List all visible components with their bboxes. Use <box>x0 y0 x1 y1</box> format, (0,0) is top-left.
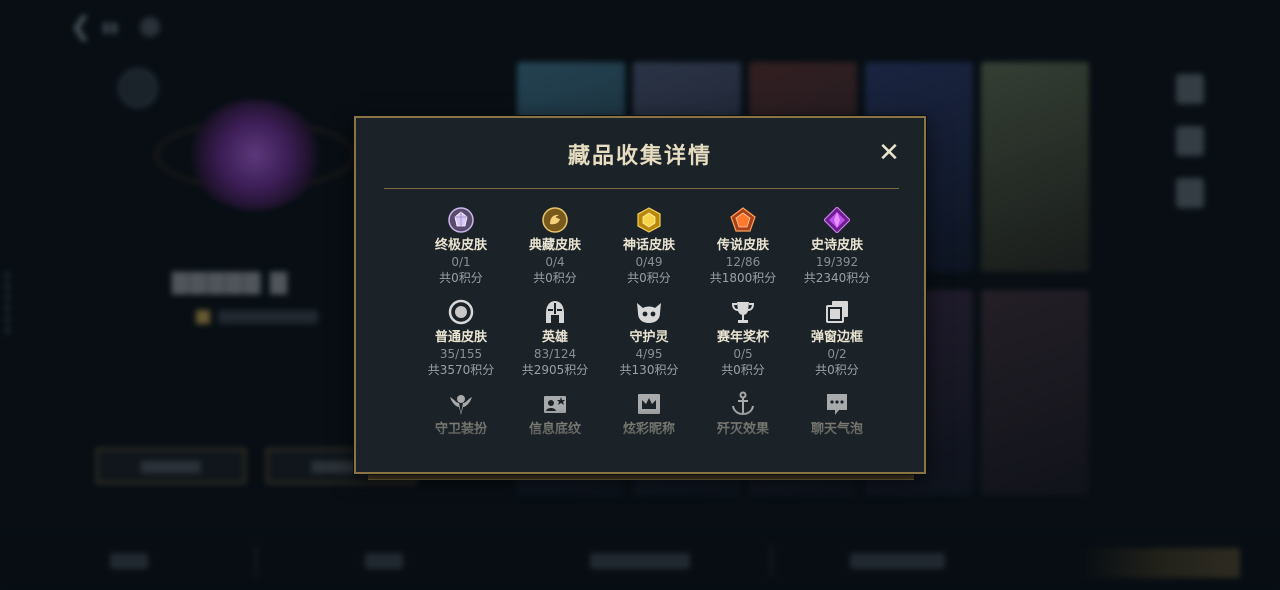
item-count: 0/5 <box>733 347 753 361</box>
item-points: 共0积分 <box>815 363 859 377</box>
collection-item-prestige-skin[interactable]: 典藏皮肤 0/4 共0积分 <box>508 206 602 298</box>
item-points: 共2340积分 <box>803 271 871 285</box>
item-label: 炫彩昵称 <box>622 422 675 437</box>
collection-item-champion[interactable]: 英雄 83/124 共2905积分 <box>508 298 602 390</box>
item-points: 共1800积分 <box>709 271 777 285</box>
collection-details-modal: 藏品收集详情 ✕ 终极皮肤 0/1 共0积分 典藏皮肤 0/4 共0积分 神话皮… <box>354 116 926 474</box>
close-icon[interactable]: ✕ <box>876 140 902 166</box>
item-label: 史诗皮肤 <box>810 238 863 253</box>
item-points: 共0积分 <box>533 271 577 285</box>
modal-bottom-edge <box>368 474 914 480</box>
item-label: 普通皮肤 <box>434 330 487 345</box>
collection-item-anchor-effect[interactable]: 歼灭效果 <box>696 390 790 442</box>
item-label: 弹窗边框 <box>810 330 863 345</box>
item-count: 0/2 <box>827 347 847 361</box>
legendary-skin-icon <box>729 206 757 234</box>
item-label: 守护灵 <box>629 330 669 345</box>
item-label: 信息底纹 <box>528 422 581 437</box>
collection-item-info-card[interactable]: 信息底纹 <box>508 390 602 442</box>
collection-item-guardian[interactable]: 守护灵 4/95 共130积分 <box>602 298 696 390</box>
crown-nickname-icon <box>635 390 663 418</box>
item-count: 83/124 <box>533 347 577 361</box>
collection-row: 守卫装扮 信息底纹 炫彩昵称 歼灭效果 聊天气泡 <box>414 390 884 442</box>
collection-item-popup-frame[interactable]: 弹窗边框 0/2 共0积分 <box>790 298 884 390</box>
collection-item-ward-skin[interactable]: 守卫装扮 <box>414 390 508 442</box>
item-label: 守卫装扮 <box>434 422 487 437</box>
item-label: 终极皮肤 <box>434 238 487 253</box>
info-card-icon <box>541 390 569 418</box>
item-points: 共0积分 <box>439 271 483 285</box>
champion-helmet-icon <box>541 298 569 326</box>
ward-skin-icon <box>447 390 475 418</box>
standard-skin-icon <box>447 298 475 326</box>
item-count: 19/392 <box>815 255 859 269</box>
item-count: 4/95 <box>635 347 663 361</box>
item-count: 12/86 <box>725 255 761 269</box>
popup-frame-icon <box>823 298 851 326</box>
ultimate-skin-icon <box>447 206 475 234</box>
collection-item-trophy[interactable]: 赛年奖杯 0/5 共0积分 <box>696 298 790 390</box>
collection-item-standard-skin[interactable]: 普通皮肤 35/155 共3570积分 <box>414 298 508 390</box>
item-points: 共0积分 <box>721 363 765 377</box>
title-divider <box>384 188 899 189</box>
collection-item-chat-bubble[interactable]: 聊天气泡 <box>790 390 884 442</box>
prestige-skin-icon <box>541 206 569 234</box>
item-count: 35/155 <box>439 347 483 361</box>
collection-item-ultimate-skin[interactable]: 终极皮肤 0/1 共0积分 <box>414 206 508 298</box>
item-count: 0/4 <box>545 255 565 269</box>
collection-item-epic-skin[interactable]: 史诗皮肤 19/392 共2340积分 <box>790 206 884 298</box>
item-label: 传说皮肤 <box>716 238 769 253</box>
item-count: 0/1 <box>451 255 471 269</box>
item-label: 赛年奖杯 <box>716 330 769 345</box>
collection-item-legendary-skin[interactable]: 传说皮肤 12/86 共1800积分 <box>696 206 790 298</box>
collection-row: 终极皮肤 0/1 共0积分 典藏皮肤 0/4 共0积分 神话皮肤 0/49 共0… <box>414 206 884 298</box>
item-label: 神话皮肤 <box>622 238 675 253</box>
item-points: 共0积分 <box>627 271 671 285</box>
trophy-icon <box>729 298 757 326</box>
collection-item-crown-nickname[interactable]: 炫彩昵称 <box>602 390 696 442</box>
epic-skin-icon <box>823 206 851 234</box>
anchor-effect-icon <box>729 390 757 418</box>
item-label: 英雄 <box>541 330 568 345</box>
item-label: 聊天气泡 <box>810 422 863 437</box>
mythic-skin-icon <box>635 206 663 234</box>
modal-title: 藏品收集详情 <box>567 144 712 169</box>
chat-bubble-icon <box>823 390 851 418</box>
guardian-pet-icon <box>635 298 663 326</box>
collection-grid: 终极皮肤 0/1 共0积分 典藏皮肤 0/4 共0积分 神话皮肤 0/49 共0… <box>414 206 884 442</box>
item-count: 0/49 <box>635 255 663 269</box>
item-label: 典藏皮肤 <box>528 238 581 253</box>
item-points: 共3570积分 <box>427 363 495 377</box>
collection-row: 普通皮肤 35/155 共3570积分 英雄 83/124 共2905积分 守护… <box>414 298 884 390</box>
item-label: 歼灭效果 <box>716 422 769 437</box>
collection-item-mythic-skin[interactable]: 神话皮肤 0/49 共0积分 <box>602 206 696 298</box>
item-points: 共130积分 <box>619 363 679 377</box>
item-points: 共2905积分 <box>521 363 589 377</box>
